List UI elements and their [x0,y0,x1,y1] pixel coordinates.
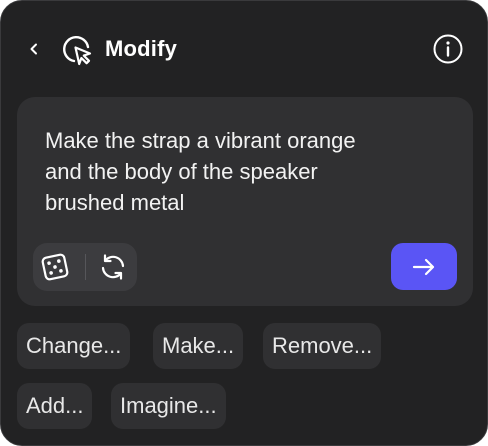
prompt-tools [33,243,137,291]
prompt-card: Make the strap a vibrant orange and the … [17,97,473,306]
cursor-click-icon [63,36,92,66]
back-button[interactable] [21,35,47,63]
suggestion-chip-add[interactable]: Add... [17,383,93,429]
panel-title: Modify [105,36,178,61]
info-icon[interactable] [432,33,464,65]
modify-panel: Modify Make the strap a vibrant orange a… [0,0,488,446]
dice-icon[interactable] [39,251,71,283]
suggestion-chip-change[interactable]: Change... [17,323,131,369]
panel-header: Modify [1,1,487,97]
suggestion-chip-remove[interactable]: Remove... [263,323,382,369]
suggestion-chip-make[interactable]: Make... [153,323,244,369]
suggestion-chip-imagine[interactable]: Imagine... [111,383,226,429]
submit-button[interactable] [391,243,457,290]
prompt-input[interactable]: Make the strap a vibrant orange and the … [45,125,445,218]
tool-divider [85,254,86,280]
arrow-right-icon [412,258,435,275]
refresh-icon[interactable] [97,251,129,283]
chevron-left-icon [30,43,37,55]
